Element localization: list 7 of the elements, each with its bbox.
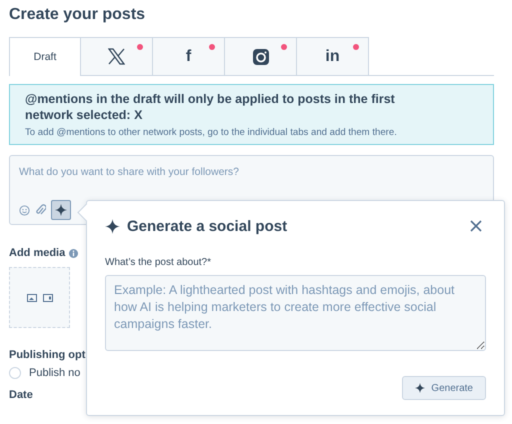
banner-heading: @mentions in the draft will only be applied to posts in the first network selected: X — [25, 91, 396, 123]
date-label: Date — [9, 389, 33, 401]
field-label: What’s the post about?* — [105, 257, 212, 268]
add-media-label: Add media — [9, 247, 66, 259]
page-title: Create your posts — [9, 6, 146, 25]
publishing-label: Publishing opt — [9, 349, 86, 361]
banner-text: To add @mentions to other network posts, go to the individual tabs and add them there. — [25, 127, 398, 138]
